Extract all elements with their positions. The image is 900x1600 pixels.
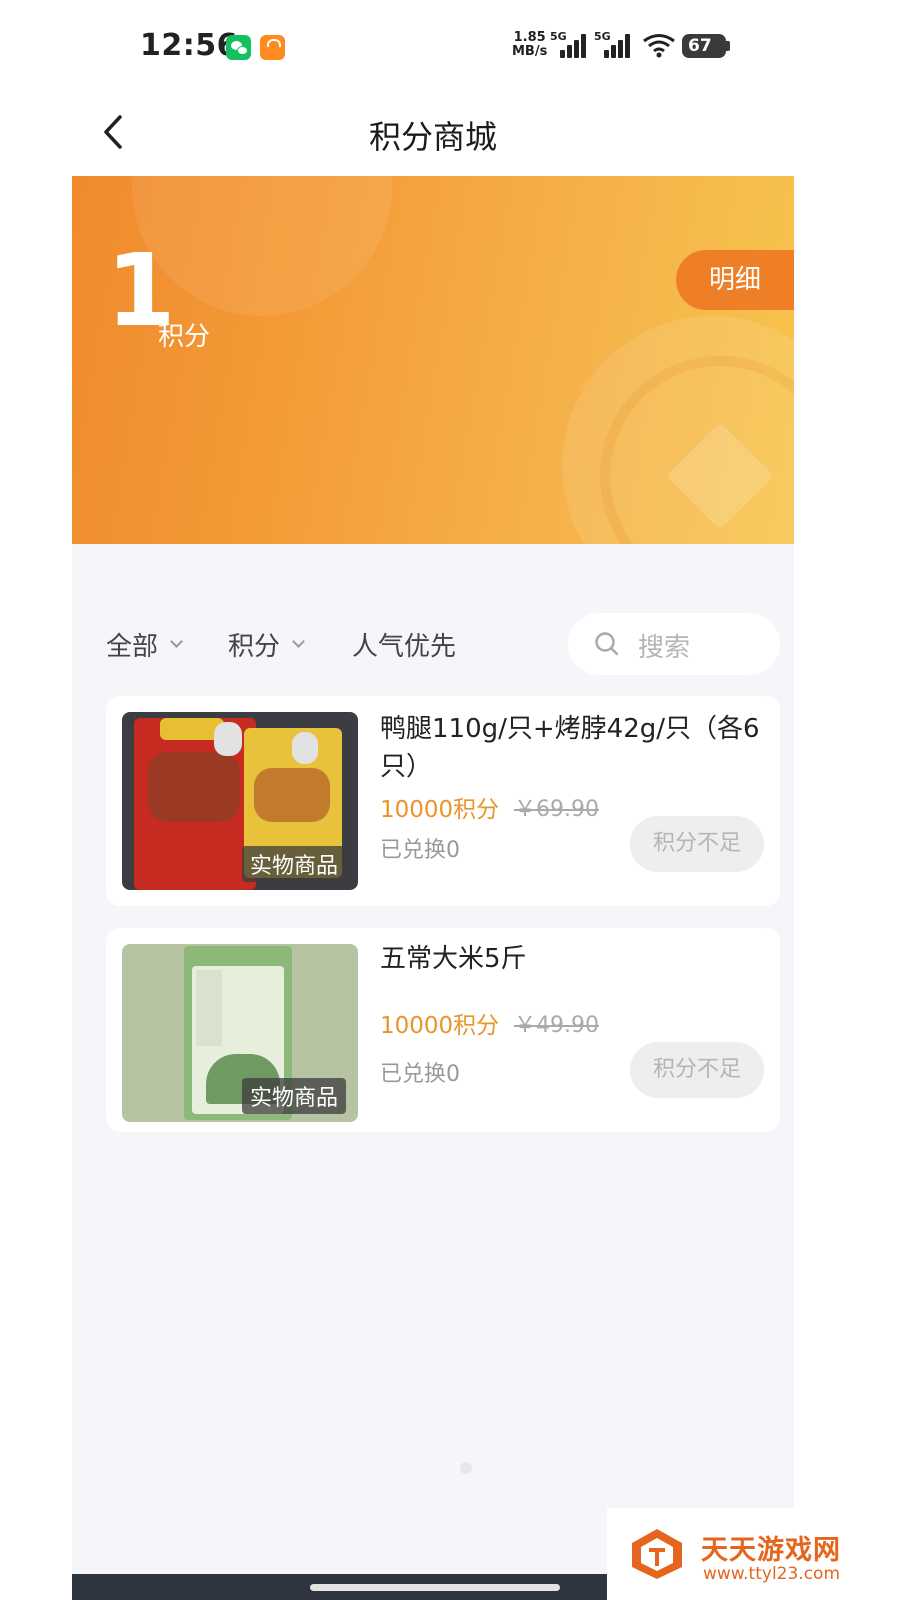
product-points-price: 10000积分 (380, 797, 500, 823)
watermark-logo-icon (632, 1529, 682, 1579)
wechat-icon (226, 35, 251, 60)
product-original-price: ￥69.90 (514, 797, 599, 822)
filter-popular-label: 人气优先 (352, 632, 457, 662)
redeem-button[interactable]: 积分不足 (630, 816, 764, 872)
chevron-down-icon (170, 635, 183, 648)
product-tag: 实物商品 (241, 846, 346, 882)
filter-all-label: 全部 (106, 632, 159, 662)
signal-icon: 5G (594, 30, 632, 60)
product-points-price: 10000积分 (380, 1013, 500, 1039)
filter-all-dropdown[interactable]: 全部 (106, 626, 183, 663)
points-banner: 1 积分 明细 (72, 176, 794, 544)
status-bar: 12:56 1.85 MB/s 5G 5G 67 (0, 0, 900, 96)
shop-icon (260, 35, 285, 60)
filter-points-dropdown[interactable]: 积分 (228, 626, 305, 663)
points-unit-label: 积分 (158, 322, 211, 352)
page-title: 积分商城 (368, 118, 497, 156)
points-detail-button[interactable]: 明细 (676, 250, 794, 310)
watermark-name: 天天游戏网 (701, 1535, 841, 1566)
search-placeholder: 搜索 (638, 633, 691, 663)
product-image: 实物商品 (122, 712, 358, 890)
sim2-label: 5G (594, 30, 611, 43)
network-speed: 1.85 MB/s (512, 31, 547, 59)
search-icon (595, 632, 619, 656)
product-redeemed-count: 已兑换0 (380, 1062, 460, 1087)
product-original-price: ￥49.90 (514, 1013, 599, 1038)
network-speed-unit: MB/s (512, 44, 548, 59)
filter-popular[interactable]: 人气优先 (352, 626, 456, 663)
product-image: 实物商品 (122, 944, 358, 1122)
chevron-down-icon (292, 635, 305, 648)
product-tag: 实物商品 (241, 1078, 346, 1114)
signal-icon: 5G (550, 30, 588, 60)
battery-icon: 67 (682, 34, 730, 58)
product-card[interactable]: 实物商品 鸭腿110g/只+烤脖42g/只（各6只） 10000积分 ￥69.9… (106, 696, 780, 906)
search-input[interactable]: 搜索 (568, 613, 780, 675)
watermark-url: www.ttyl23.com (703, 1564, 841, 1584)
network-speed-value: 1.85 (513, 30, 546, 45)
redeem-button[interactable]: 积分不足 (630, 1042, 764, 1098)
status-time: 12:56 (140, 28, 238, 63)
product-name: 鸭腿110g/只+烤脖42g/只（各6只） (380, 714, 760, 782)
wifi-icon (643, 34, 675, 58)
product-name: 五常大米5斤 (380, 944, 527, 974)
watermark: 天天游戏网 www.ttyl23.com (607, 1508, 900, 1600)
filter-points-label: 积分 (228, 632, 281, 662)
page-indicator-dot (460, 1462, 472, 1474)
home-indicator[interactable] (310, 1584, 560, 1591)
product-redeemed-count: 已兑换0 (380, 838, 460, 863)
sim1-label: 5G (550, 30, 567, 43)
product-card[interactable]: 实物商品 五常大米5斤 10000积分 ￥49.90 已兑换0 积分不足 (106, 928, 780, 1132)
